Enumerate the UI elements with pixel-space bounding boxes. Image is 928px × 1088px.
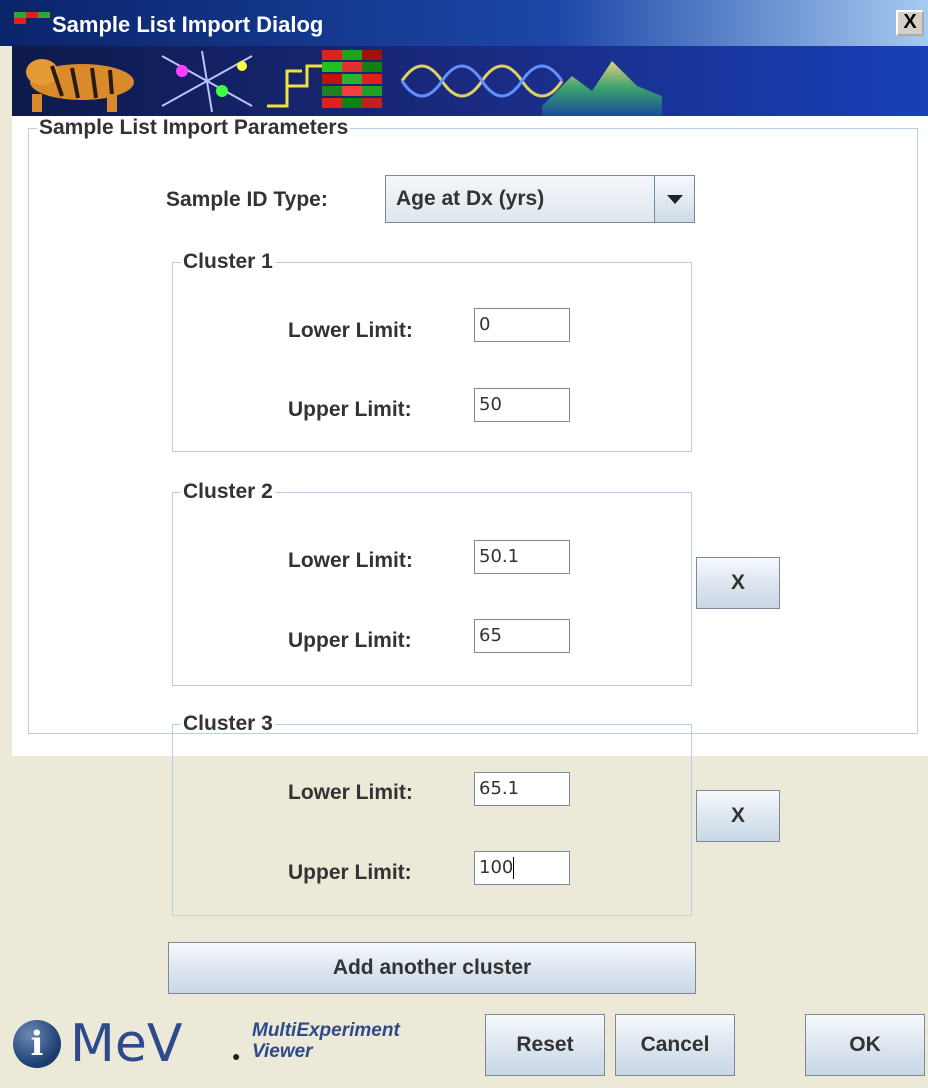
title-bar: Sample List Import Dialog X <box>0 0 928 46</box>
cluster-3-group: Cluster 3 <box>172 712 692 916</box>
remove-cluster-2-button[interactable]: X <box>696 557 780 609</box>
info-icon[interactable]: i <box>13 1020 61 1068</box>
info-icon-glyph: i <box>30 1024 44 1064</box>
import-parameters-legend: Sample List Import Parameters <box>39 116 349 139</box>
cluster-3-upper-value: 100 <box>479 857 514 878</box>
cluster-3-lower-input[interactable]: 65.1 <box>474 772 570 806</box>
logo-star-icon: ● <box>232 1048 241 1064</box>
text-cursor <box>513 857 515 879</box>
cluster-2-upper-input[interactable]: 65 <box>474 619 570 653</box>
mev-subtitle-line-2: Viewer <box>252 1041 313 1062</box>
mev-logo-subtitle: MultiExperiment Viewer <box>252 1020 400 1062</box>
cluster-3-lower-label: Lower Limit: <box>288 781 413 804</box>
cluster-3-legend: Cluster 3 <box>183 712 273 735</box>
sample-id-type-label: Sample ID Type: <box>166 188 328 211</box>
sample-id-type-select[interactable]: Age at Dx (yrs) <box>385 175 695 223</box>
cancel-button[interactable]: Cancel <box>615 1014 735 1076</box>
cluster-1-upper-input[interactable]: 50 <box>474 388 570 422</box>
cluster-3-upper-input[interactable]: 100 <box>474 851 570 885</box>
mev-subtitle-line-1: MultiExperiment <box>252 1020 400 1041</box>
cluster-2-group: Cluster 2 <box>172 480 692 686</box>
chevron-down-icon[interactable] <box>654 176 694 222</box>
mev-banner-image <box>12 46 928 116</box>
sample-id-type-value: Age at Dx (yrs) <box>396 187 545 210</box>
window-title: Sample List Import Dialog <box>52 12 324 37</box>
ok-button[interactable]: OK <box>805 1014 925 1076</box>
close-button[interactable]: X <box>896 10 924 36</box>
add-cluster-button[interactable]: Add another cluster <box>168 942 696 994</box>
close-icon: X <box>730 571 745 594</box>
cluster-1-upper-label: Upper Limit: <box>288 398 412 421</box>
cluster-3-upper-label: Upper Limit: <box>288 861 412 884</box>
close-icon: X <box>730 804 745 827</box>
cluster-2-legend: Cluster 2 <box>183 480 273 503</box>
parameters-panel: Sample List Import Parameters Sample ID … <box>12 116 928 994</box>
close-icon: X <box>903 11 917 33</box>
cluster-2-lower-label: Lower Limit: <box>288 549 413 572</box>
cluster-1-group: Cluster 1 <box>172 250 692 452</box>
cluster-1-lower-input[interactable]: 0 <box>474 308 570 342</box>
cluster-1-legend: Cluster 1 <box>183 250 273 273</box>
reset-button[interactable]: Reset <box>485 1014 605 1076</box>
app-icon <box>14 12 50 24</box>
cluster-2-lower-input[interactable]: 50.1 <box>474 540 570 574</box>
mev-logo: MeV <box>70 1014 183 1074</box>
cluster-2-upper-label: Upper Limit: <box>288 629 412 652</box>
cluster-1-lower-label: Lower Limit: <box>288 319 413 342</box>
remove-cluster-3-button[interactable]: X <box>696 790 780 842</box>
